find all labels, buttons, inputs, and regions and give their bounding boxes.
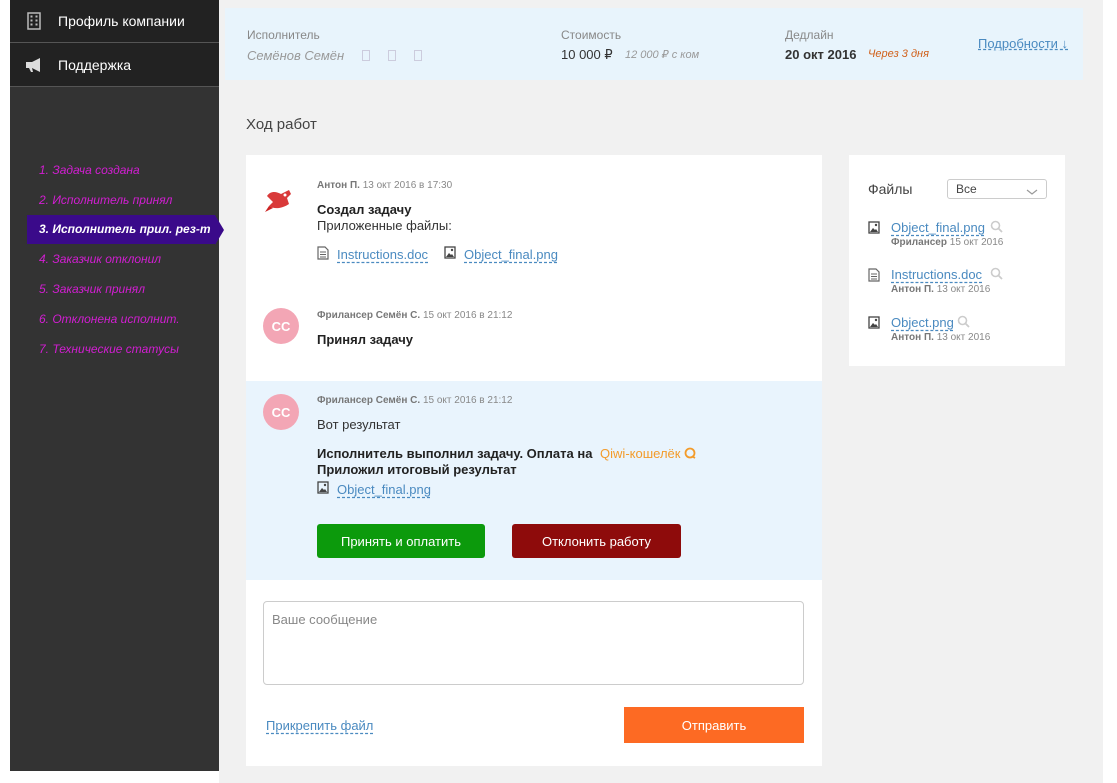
- activity-entry: СС Фрилансер Семён С. 15 окт 2016 в 21:1…: [246, 285, 822, 381]
- sidebar-item-support[interactable]: Поддержка: [10, 43, 219, 87]
- message-input[interactable]: Ваше сообщение: [263, 601, 804, 685]
- search-icon[interactable]: [957, 315, 970, 333]
- file-link[interactable]: Object_final.png: [337, 482, 431, 497]
- activity-feed: Антон П. 13 окт 2016 в 17:30 Создал зада…: [246, 155, 822, 766]
- placeholder-icon: [414, 50, 423, 61]
- status-step[interactable]: 5. Заказчик принял: [10, 274, 219, 304]
- attached-file[interactable]: Instructions.doc: [317, 246, 428, 263]
- entry-author[interactable]: Фрилансер Семён С.: [317, 310, 420, 321]
- file-date: 13 окт 2016: [936, 284, 991, 295]
- file-date: 13 окт 2016: [936, 332, 991, 343]
- status-step[interactable]: 2. Исполнитель принял: [10, 185, 219, 215]
- entry-text: Приложенные файлы:: [317, 218, 452, 233]
- entry-meta: Фрилансер Семён С. 15 окт 2016 в 21:12: [317, 395, 512, 406]
- document-icon: [868, 268, 880, 287]
- deadline-remaining: Через 3 дня: [868, 48, 929, 60]
- send-button[interactable]: Отправить: [624, 707, 804, 743]
- payment-note-text: Исполнитель выполнил задачу. Оплата на: [317, 446, 593, 461]
- search-icon[interactable]: [990, 220, 1003, 238]
- attached-file[interactable]: Object_final.png: [444, 246, 558, 262]
- file-meta: Антон П. 13 окт 2016: [891, 332, 990, 343]
- entry-result-note: Приложил итоговый результат: [317, 462, 517, 477]
- file-author: Антон П.: [891, 332, 934, 343]
- sidebar-item-label: Поддержка: [58, 56, 132, 73]
- file-link[interactable]: Object_final.png: [891, 220, 985, 235]
- search-icon[interactable]: [990, 267, 1003, 285]
- megaphone-icon: [10, 57, 58, 73]
- reject-work-button[interactable]: Отклонить работу: [512, 524, 681, 558]
- image-file-icon: [444, 246, 456, 262]
- entry-title: Принял задачу: [317, 332, 414, 347]
- cost-value: 10 000 ₽: [561, 47, 613, 62]
- company-logo-icon: [263, 180, 299, 216]
- file-author: Антон П.: [891, 284, 934, 295]
- status-step-active[interactable]: 3. Исполнитель прил. рез-т: [27, 214, 224, 245]
- file-meta: Фрилансер 15 окт 2016: [891, 237, 1003, 248]
- entry-text: Вот результат: [317, 417, 401, 432]
- attached-file[interactable]: Object_final.png: [317, 481, 431, 497]
- files-filter-select[interactable]: Все: [947, 179, 1047, 199]
- files-panel: Файлы Все Object_final.png Фрилансер 15 …: [849, 155, 1065, 366]
- building-icon: [10, 12, 58, 30]
- file-link[interactable]: Object.png: [891, 315, 954, 330]
- entry-date: 13 окт 2016 в 17:30: [362, 180, 453, 191]
- accept-and-pay-button[interactable]: Принять и оплатить: [317, 524, 485, 558]
- entry-date: 15 окт 2016 в 21:12: [422, 395, 513, 406]
- section-title: Ход работ: [246, 116, 317, 133]
- deadline-label: Дедлайн: [785, 28, 834, 42]
- attach-file-link[interactable]: Прикрепить файл: [266, 718, 373, 733]
- qiwi-icon: [684, 446, 696, 461]
- entry-meta: Антон П. 13 окт 2016 в 17:30: [317, 180, 452, 191]
- details-link[interactable]: Подробности ↓: [978, 36, 1068, 51]
- entry-author[interactable]: Фрилансер Семён С.: [317, 395, 420, 406]
- entry-meta: Фрилансер Семён С. 15 окт 2016 в 21:12: [317, 310, 512, 321]
- status-steps: 1. Задача создана 2. Исполнитель принял …: [10, 155, 224, 364]
- file-link[interactable]: Instructions.doc: [337, 247, 428, 262]
- avatar: СС: [263, 308, 299, 344]
- activity-entry: Антон П. 13 окт 2016 в 17:30 Создал зада…: [246, 155, 822, 285]
- wallet-link[interactable]: Qiwi-кошелёк: [600, 446, 680, 461]
- files-filter-value: Все: [956, 182, 977, 196]
- status-step[interactable]: 1. Задача создана: [10, 155, 219, 185]
- sidebar-item-label: Профиль компании: [58, 13, 185, 29]
- files-title: Файлы: [868, 181, 913, 197]
- image-file-icon: [868, 221, 880, 239]
- status-step[interactable]: 4. Заказчик отклонил: [10, 244, 219, 274]
- cost-label: Стоимость: [561, 28, 622, 42]
- executor-name: Семёнов Семён: [247, 48, 423, 63]
- placeholder-icon: [388, 50, 397, 61]
- chevron-down-icon: [1026, 183, 1038, 201]
- avatar: СС: [263, 394, 299, 430]
- status-step[interactable]: 6. Отклонена исполнит.: [10, 304, 219, 334]
- task-info-bar: Исполнитель Семёнов Семён Стоимость 10 0…: [225, 8, 1083, 80]
- executor-label: Исполнитель: [247, 28, 320, 42]
- file-link[interactable]: Object_final.png: [464, 247, 558, 262]
- document-icon: [317, 246, 329, 263]
- message-placeholder: Ваше сообщение: [272, 612, 378, 627]
- cost-with-commission: 12 000 ₽ с ком: [625, 49, 700, 61]
- file-link[interactable]: Instructions.doc: [891, 267, 982, 282]
- sidebar: Профиль компании Поддержка 1. Задача соз…: [10, 0, 224, 771]
- sidebar-item-company-profile[interactable]: Профиль компании: [10, 0, 219, 43]
- placeholder-icon: [362, 50, 371, 61]
- status-step[interactable]: 7. Технические статусы: [10, 334, 219, 364]
- entry-payment-note: Исполнитель выполнил задачу. Оплата на Q…: [317, 446, 696, 461]
- file-date: 15 окт 2016: [949, 237, 1004, 248]
- executor-name-text[interactable]: Семёнов Семён: [247, 48, 344, 63]
- image-file-icon: [868, 316, 880, 334]
- image-file-icon: [317, 481, 329, 497]
- entry-author[interactable]: Антон П.: [317, 180, 360, 191]
- activity-entry-highlighted: СС Фрилансер Семён С. 15 окт 2016 в 21:1…: [246, 381, 822, 580]
- file-meta: Антон П. 13 окт 2016: [891, 284, 990, 295]
- deadline-value: 20 окт 2016: [785, 47, 857, 62]
- file-author: Фрилансер: [891, 237, 947, 248]
- entry-date: 15 окт 2016 в 21:12: [422, 310, 513, 321]
- entry-title: Создал задачу: [317, 202, 412, 217]
